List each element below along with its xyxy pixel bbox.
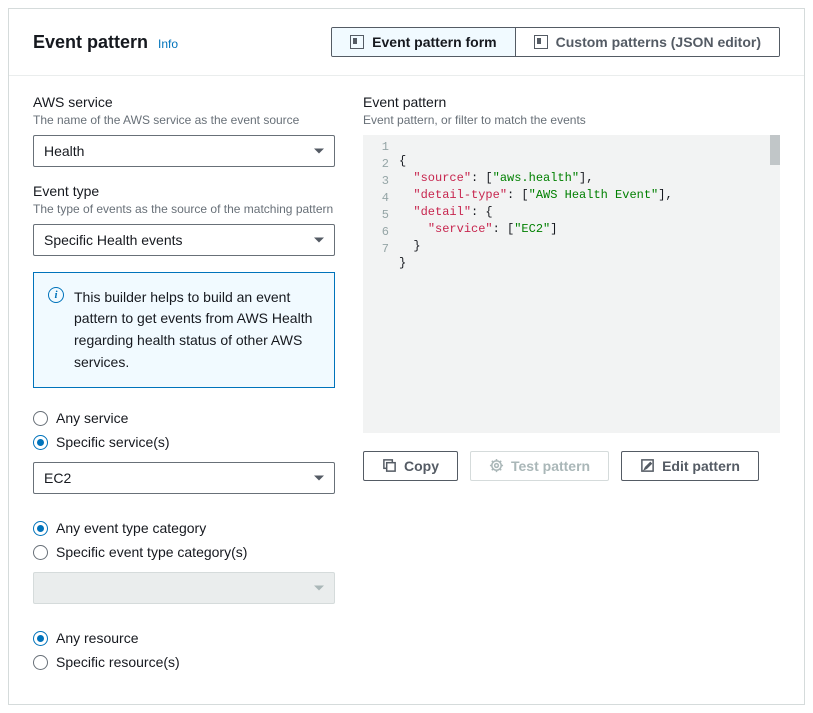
chevron-down-icon xyxy=(314,476,324,481)
event-type-label: Event type xyxy=(33,183,335,199)
tab-event-pattern-form[interactable]: Event pattern form xyxy=(332,28,514,56)
json-icon xyxy=(534,35,548,49)
radio-specific-category-label: Specific event type category(s) xyxy=(56,544,247,560)
resource-radio-group: Any resource Specific resource(s) xyxy=(33,626,335,674)
chevron-down-icon xyxy=(314,586,324,591)
code-line: } xyxy=(399,238,768,255)
radio-icon xyxy=(33,521,48,536)
line-gutter: 1 2 3 4 5 6 7 xyxy=(363,135,399,433)
scrollbar[interactable] xyxy=(770,135,780,165)
line-number: 3 xyxy=(363,173,399,190)
line-number: 7 xyxy=(363,241,399,258)
panel-body: AWS service The name of the AWS service … xyxy=(9,76,804,704)
aws-service-desc: The name of the AWS service as the event… xyxy=(33,112,335,129)
code-line: "detail": { xyxy=(399,204,768,221)
radio-icon xyxy=(33,655,48,670)
form-column: AWS service The name of the AWS service … xyxy=(33,94,335,682)
builder-info-box: i This builder helps to build an event p… xyxy=(33,272,335,389)
code-line: "detail-type": ["AWS Health Event"], xyxy=(399,187,768,204)
pattern-buttons: Copy Test pattern Edit pattern xyxy=(363,451,780,481)
specific-service-value: EC2 xyxy=(44,470,71,486)
specific-service-select[interactable]: EC2 xyxy=(33,462,335,494)
aws-service-select[interactable]: Health xyxy=(33,135,335,167)
event-type-select[interactable]: Specific Health events xyxy=(33,224,335,256)
tab-json-label: Custom patterns (JSON editor) xyxy=(556,34,761,50)
edit-label: Edit pattern xyxy=(662,458,740,474)
info-text: This builder helps to build an event pat… xyxy=(74,287,320,374)
radio-specific-category[interactable]: Specific event type category(s) xyxy=(33,540,335,564)
pattern-desc: Event pattern, or filter to match the ev… xyxy=(363,112,780,129)
tab-form-label: Event pattern form xyxy=(372,34,496,50)
pattern-mode-tabs: Event pattern form Custom patterns (JSON… xyxy=(331,27,780,57)
category-radio-group: Any event type category Specific event t… xyxy=(33,516,335,604)
pattern-column: Event pattern Event pattern, or filter t… xyxy=(363,94,780,682)
info-link[interactable]: Info xyxy=(158,37,178,51)
event-type-field: Event type The type of events as the sou… xyxy=(33,183,335,256)
radio-any-resource[interactable]: Any resource xyxy=(33,626,335,650)
code-content: { "source": ["aws.health"], "detail-type… xyxy=(399,135,768,433)
tab-custom-json[interactable]: Custom patterns (JSON editor) xyxy=(515,28,779,56)
radio-any-service-label: Any service xyxy=(56,410,128,426)
line-number: 1 xyxy=(363,139,399,156)
aws-service-field: AWS service The name of the AWS service … xyxy=(33,94,335,167)
pattern-label: Event pattern xyxy=(363,94,780,110)
radio-icon xyxy=(33,435,48,450)
radio-any-resource-label: Any resource xyxy=(56,630,138,646)
copy-icon xyxy=(382,458,397,473)
line-number: 4 xyxy=(363,190,399,207)
event-pattern-panel: Event pattern Info Event pattern form Cu… xyxy=(8,8,805,705)
radio-icon xyxy=(33,411,48,426)
radio-any-category[interactable]: Any event type category xyxy=(33,516,335,540)
test-pattern-button[interactable]: Test pattern xyxy=(470,451,609,481)
code-line: "source": ["aws.health"], xyxy=(399,170,768,187)
radio-any-service[interactable]: Any service xyxy=(33,406,335,430)
line-number: 6 xyxy=(363,224,399,241)
line-number: 5 xyxy=(363,207,399,224)
test-label: Test pattern xyxy=(511,458,590,474)
chevron-down-icon xyxy=(314,237,324,242)
form-icon xyxy=(350,35,364,49)
event-type-value: Specific Health events xyxy=(44,232,183,248)
line-number: 2 xyxy=(363,156,399,173)
copy-label: Copy xyxy=(404,458,439,474)
code-line: { xyxy=(399,153,768,170)
gear-icon xyxy=(489,458,504,473)
edit-icon xyxy=(640,458,655,473)
code-editor[interactable]: 1 2 3 4 5 6 7 { "source": ["aws.health"]… xyxy=(363,135,780,433)
edit-pattern-button[interactable]: Edit pattern xyxy=(621,451,759,481)
chevron-down-icon xyxy=(314,148,324,153)
radio-any-category-label: Any event type category xyxy=(56,520,206,536)
panel-title: Event pattern Info xyxy=(33,32,178,53)
code-line: } xyxy=(399,255,768,272)
radio-specific-resource-label: Specific resource(s) xyxy=(56,654,180,670)
event-type-desc: The type of events as the source of the … xyxy=(33,201,335,218)
title-text: Event pattern xyxy=(33,32,148,53)
radio-specific-service-label: Specific service(s) xyxy=(56,434,170,450)
radio-specific-service[interactable]: Specific service(s) xyxy=(33,430,335,454)
code-line: "service": ["EC2"] xyxy=(399,221,768,238)
radio-specific-resource[interactable]: Specific resource(s) xyxy=(33,650,335,674)
copy-button[interactable]: Copy xyxy=(363,451,458,481)
service-radio-group: Any service Specific service(s) EC2 xyxy=(33,406,335,494)
aws-service-label: AWS service xyxy=(33,94,335,110)
specific-category-select xyxy=(33,572,335,604)
aws-service-value: Health xyxy=(44,143,84,159)
panel-header: Event pattern Info Event pattern form Cu… xyxy=(9,9,804,76)
info-icon: i xyxy=(48,287,64,303)
radio-icon xyxy=(33,631,48,646)
radio-icon xyxy=(33,545,48,560)
